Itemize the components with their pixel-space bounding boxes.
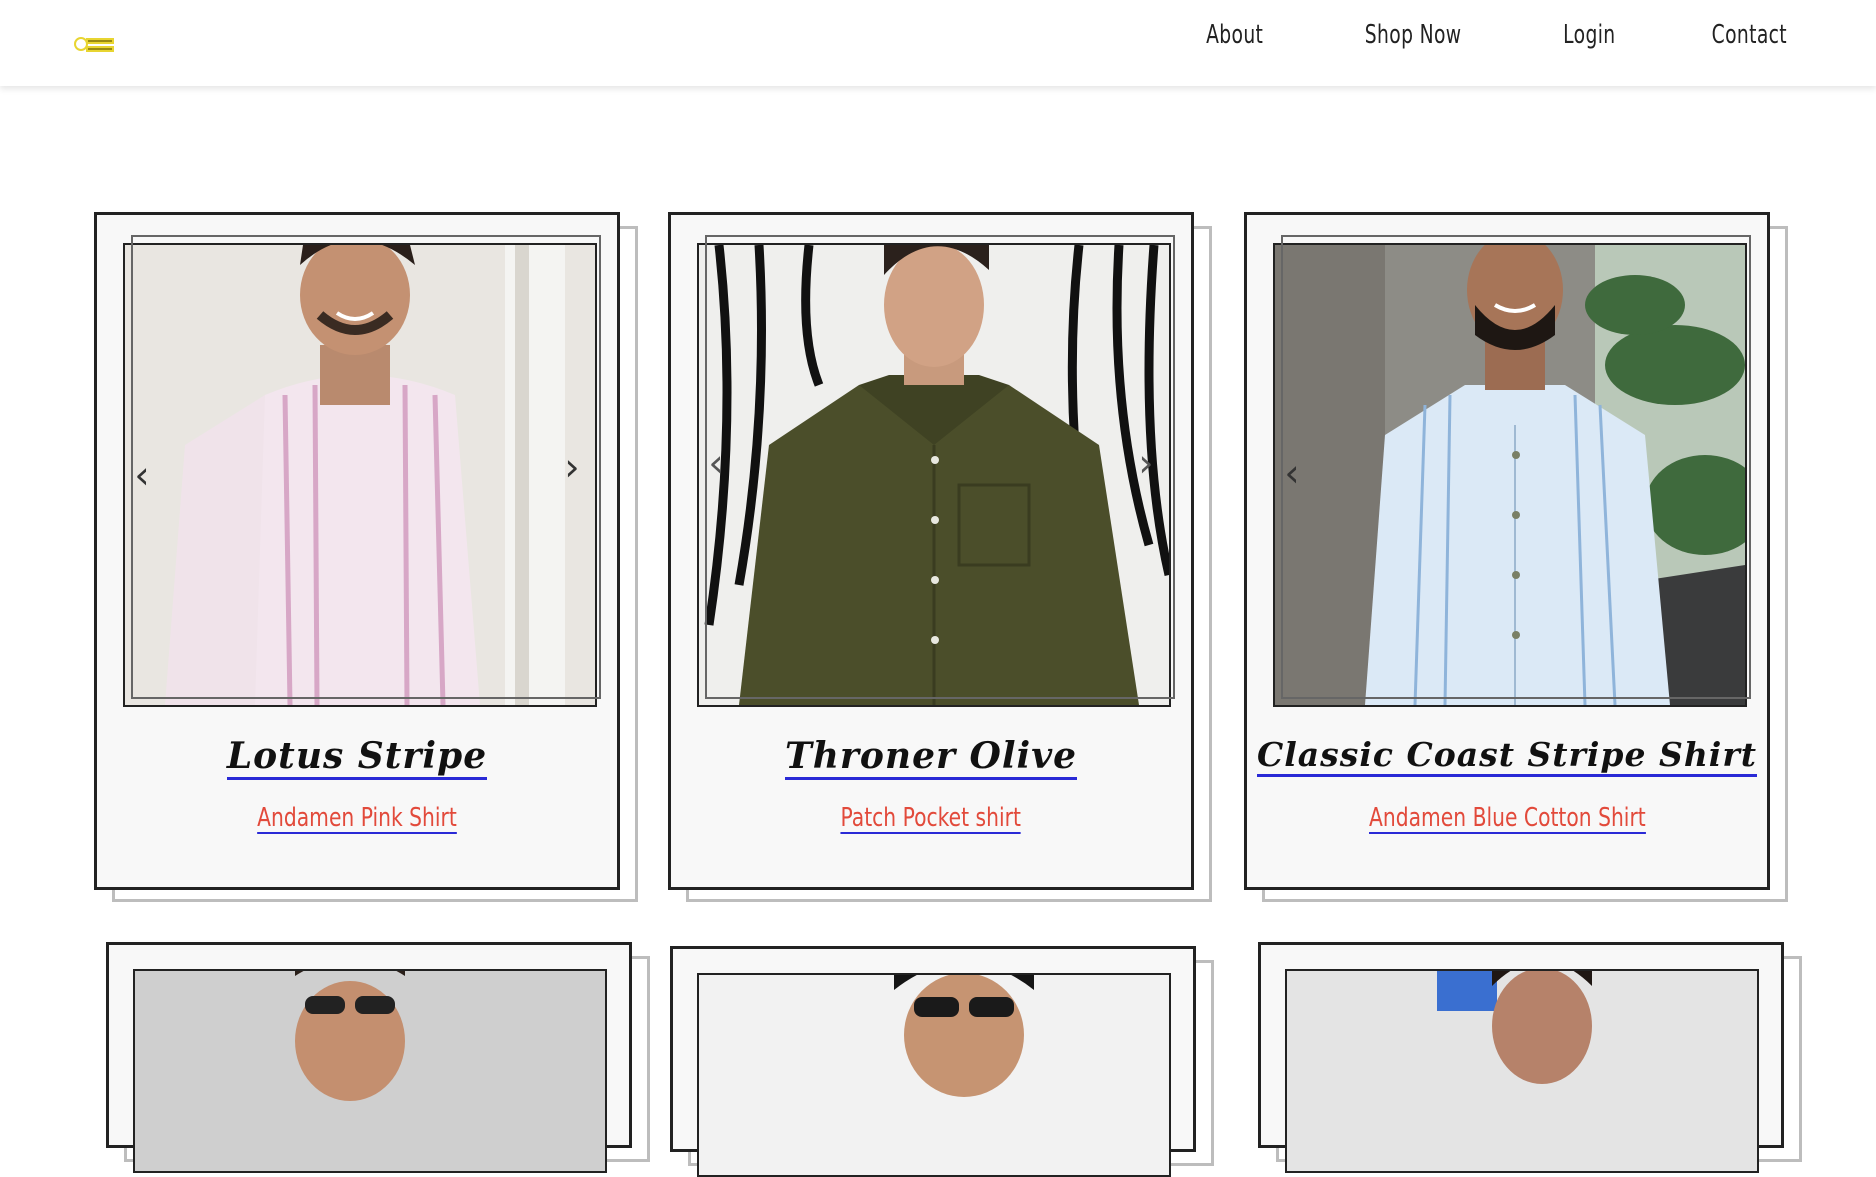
- product-title[interactable]: Throner Olive: [671, 735, 1191, 780]
- card-frame: ‹ › Classic Coast Stripe Shirt Andamen B…: [1244, 212, 1770, 890]
- card-frame: ‹ › Throner Olive Patch Pocket shirt: [668, 212, 1194, 890]
- carousel-prev-button[interactable]: ‹: [127, 455, 157, 495]
- product-card-3[interactable]: ‹ › Classic Coast Stripe Shirt Andamen B…: [1244, 212, 1788, 902]
- card-frame: [670, 946, 1196, 1177]
- nav-login-link[interactable]: Login: [1563, 20, 1615, 50]
- nav-links: About Shop Now Login Contact: [1195, 20, 1802, 50]
- product-title[interactable]: Lotus Stripe: [97, 735, 617, 780]
- card-frame: [106, 942, 632, 1173]
- product-subtitle[interactable]: Patch Pocket shirt: [671, 803, 1191, 835]
- carousel-prev-button[interactable]: ‹: [1277, 453, 1307, 493]
- product-photo: [133, 969, 607, 1173]
- product-photo: [697, 973, 1171, 1177]
- nav-about-link[interactable]: About: [1206, 20, 1263, 50]
- nav-contact-link[interactable]: Contact: [1712, 20, 1787, 50]
- product-card-1[interactable]: ‹ › Lotus Stripe Andamen Pink Shirt: [94, 212, 638, 902]
- product-photo: [697, 243, 1171, 707]
- product-subtitle[interactable]: Andamen Blue Cotton Shirt: [1247, 803, 1767, 835]
- product-card-4[interactable]: [106, 942, 650, 1173]
- product-card-5[interactable]: [670, 946, 1214, 1177]
- carousel-prev-button[interactable]: ‹: [701, 443, 731, 483]
- brand-logo[interactable]: [74, 30, 116, 56]
- product-title[interactable]: Classic Coast Stripe Shirt: [1247, 735, 1767, 777]
- carousel-next-button[interactable]: ›: [1707, 453, 1737, 493]
- top-navbar: About Shop Now Login Contact: [0, 0, 1876, 86]
- product-card-6[interactable]: [1258, 942, 1802, 1173]
- carousel-next-button[interactable]: ›: [557, 447, 587, 487]
- card-frame: [1258, 942, 1784, 1173]
- product-card-2[interactable]: ‹ › Throner Olive Patch Pocket shirt: [668, 212, 1212, 902]
- carousel-next-button[interactable]: ›: [1131, 443, 1161, 483]
- product-photo: [1273, 243, 1747, 707]
- product-subtitle[interactable]: Andamen Pink Shirt: [97, 803, 617, 835]
- product-photo: [1285, 969, 1759, 1173]
- product-photo: [123, 243, 597, 707]
- nav-shop-now-link[interactable]: Shop Now: [1365, 20, 1462, 50]
- card-frame: ‹ › Lotus Stripe Andamen Pink Shirt: [94, 212, 620, 890]
